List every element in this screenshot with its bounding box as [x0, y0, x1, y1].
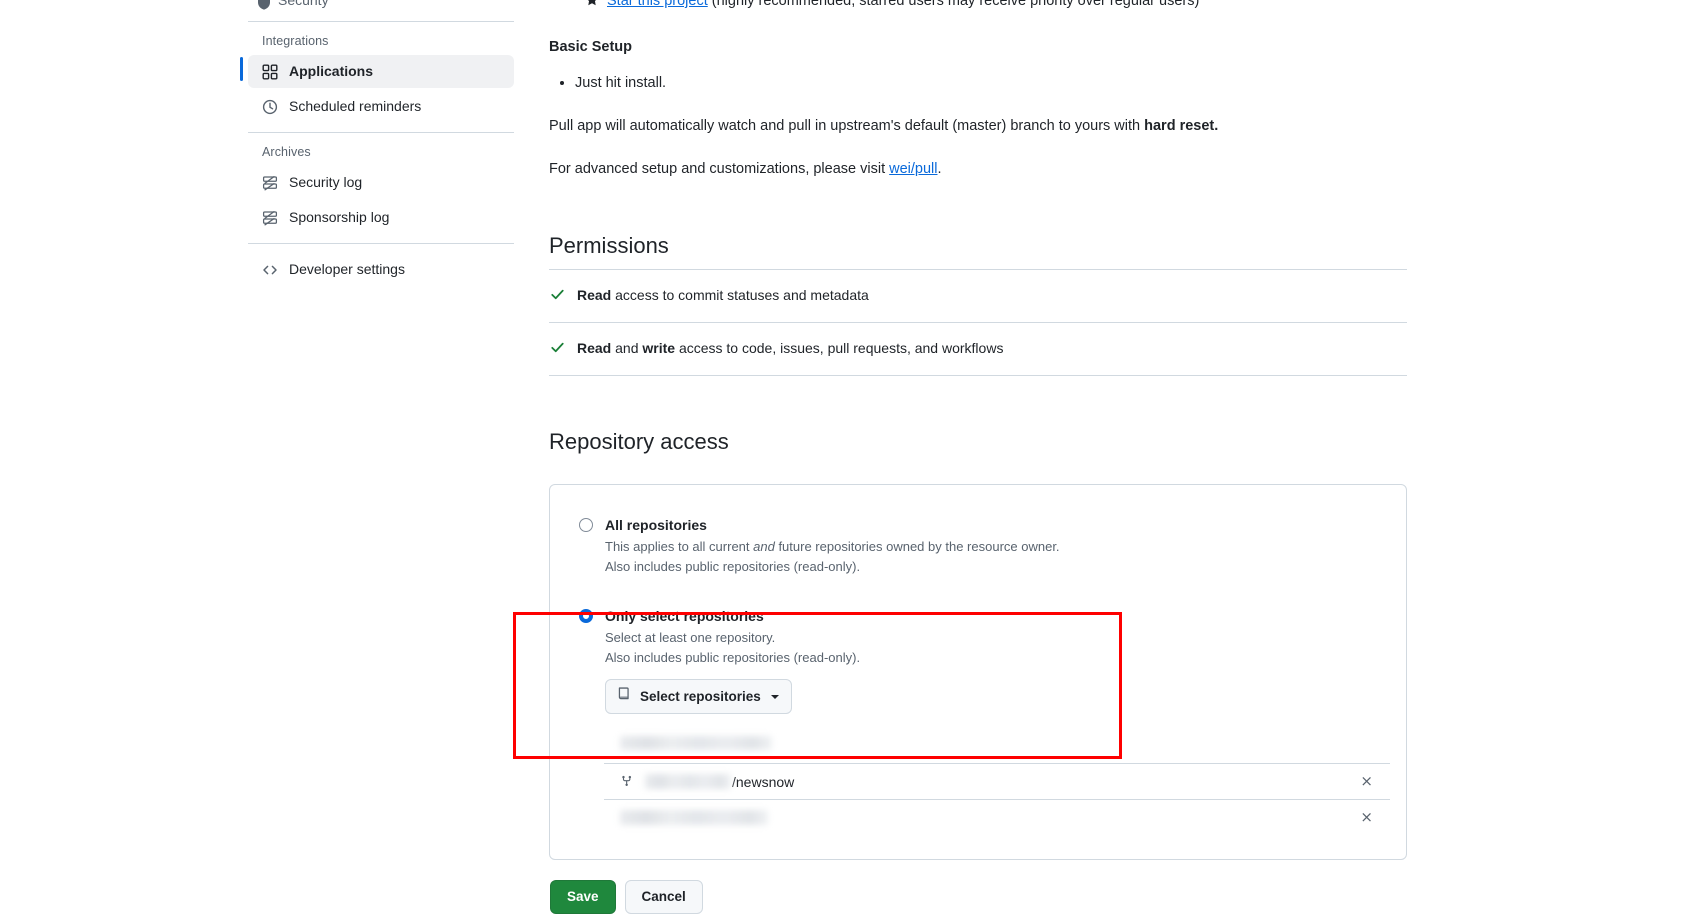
advanced-setup-paragraph: For advanced setup and customizations, p… [549, 158, 1407, 180]
pull-app-description-text: Pull app will automatically watch and pu… [549, 118, 1145, 134]
sidebar-item-sponsorship-log[interactable]: Sponsorship log [248, 201, 514, 234]
sidebar-item-security-log[interactable]: Security log [248, 166, 514, 199]
permission-scope: Read [577, 287, 612, 303]
permission-scope-2: write [642, 340, 676, 356]
radio-all-repositories[interactable] [579, 518, 593, 532]
repository-access-radio-group: All repositories This applies to all cur… [566, 515, 1390, 714]
sidebar-item-security-log-label: Security log [289, 174, 363, 190]
desc-post: future repositories owned by the resourc… [774, 539, 1060, 554]
sidebar-section-archives-title: Archives [262, 145, 311, 159]
sidebar-item-developer-settings[interactable]: Developer settings [248, 253, 514, 286]
sidebar-item-developer-settings-label: Developer settings [289, 261, 405, 277]
cancel-button[interactable]: Cancel [624, 880, 703, 914]
permission-text: Read access to commit statuses and metad… [577, 285, 869, 306]
sidebar-item-scheduled-reminders-label: Scheduled reminders [289, 98, 422, 114]
permission-detail: access to code, issues, pull requests, a… [675, 340, 1004, 356]
check-icon [550, 287, 566, 308]
pull-app-description: Pull app will automatically watch and pu… [549, 115, 1407, 137]
star-project-link[interactable]: Star this project [607, 0, 708, 9]
sidebar-divider-1 [248, 21, 514, 22]
repo-name-label: /newsnow [732, 773, 795, 790]
permission-detail: access to commit statuses and metadata [611, 287, 869, 303]
desc-pre: This applies to all current [605, 539, 754, 554]
repo-list-heading-redacted [620, 736, 772, 750]
permission-row: Read access to commit statuses and metad… [549, 270, 1407, 323]
basic-setup-list: Just hit install. [549, 72, 1407, 94]
radio-all-repositories-label: All repositories [605, 517, 707, 533]
sidebar-divider-3 [248, 243, 514, 244]
star-project-rest: (highly recommended, starred users may r… [707, 0, 1200, 9]
sidebar-divider-2 [248, 132, 514, 133]
radio-all-repositories-desc-2: Also includes public repositories (read-… [605, 559, 861, 574]
sidebar-section-integrations-title: Integrations [262, 34, 329, 48]
radio-option-all-repositories[interactable]: All repositories This applies to all cur… [579, 515, 1390, 576]
sidebar-item-applications-label: Applications [289, 63, 374, 79]
permission-conjunction: and [611, 340, 643, 356]
shield-icon [256, 0, 272, 12]
repository-access-heading: Repository access [549, 429, 729, 454]
table-row[interactable]: × [604, 799, 1390, 835]
settings-sidebar: Security Integrations Applications Sched… [240, 0, 514, 288]
apps-icon [262, 64, 278, 80]
sidebar-item-scheduled-reminders[interactable]: Scheduled reminders [248, 90, 514, 123]
list-item: Just hit install. [575, 72, 1407, 94]
repo-row-redacted [620, 810, 768, 825]
chevron-down-icon [770, 694, 779, 699]
star-icon [585, 0, 599, 10]
repo-owner-redacted [645, 774, 731, 789]
radio-only-select-repositories[interactable] [579, 609, 593, 623]
star-project-line: Star this project (highly recommended, s… [549, 0, 1407, 10]
log-icon [262, 175, 278, 191]
sidebar-item-truncated[interactable]: Security [248, 0, 514, 12]
remove-repository-button[interactable]: × [1356, 772, 1377, 791]
select-repositories-button[interactable]: Select repositories [605, 679, 792, 714]
log-icon [262, 210, 278, 226]
settings-page: Security Integrations Applications Sched… [0, 0, 1700, 914]
radio-option-only-select[interactable]: Only select repositories Select at least… [579, 606, 1390, 714]
sidebar-item-sponsorship-log-label: Sponsorship log [289, 209, 390, 225]
clock-icon [262, 99, 278, 115]
wei-pull-link[interactable]: wei/pull [889, 161, 937, 177]
permission-row: Read and write access to code, issues, p… [549, 323, 1407, 376]
table-row[interactable]: /newsnow × [604, 763, 1390, 799]
repo-forked-icon [620, 774, 636, 790]
code-icon [262, 262, 278, 278]
hard-reset-emphasis: hard reset. [1144, 118, 1219, 134]
radio-only-select-label: Only select repositories [605, 608, 764, 624]
repo-name: /newsnow [645, 774, 1356, 790]
main-content: Star this project (highly recommended, s… [549, 0, 1407, 914]
select-repositories-label: Select repositories [640, 688, 761, 704]
star-project-text: Star this project (highly recommended, s… [607, 0, 1199, 10]
radio-only-select-desc-1: Select at least one repository. [605, 630, 776, 645]
repo-icon [617, 686, 632, 707]
selected-repositories-list: /newsnow × × [566, 736, 1390, 835]
basic-setup-heading: Basic Setup [549, 39, 632, 55]
radio-all-repositories-desc-1: This applies to all current and future r… [605, 537, 1060, 556]
sidebar-item-applications[interactable]: Applications [240, 55, 514, 88]
permission-text: Read and write access to code, issues, p… [577, 338, 1003, 359]
repository-access-box: All repositories This applies to all cur… [549, 484, 1407, 860]
sidebar-item-truncated-label: Security [278, 0, 329, 8]
desc-emphasis: and [753, 539, 775, 554]
permission-scope: Read [577, 340, 612, 356]
advanced-setup-text: For advanced setup and customizations, p… [549, 161, 890, 177]
check-icon [550, 340, 566, 361]
save-button[interactable]: Save [550, 880, 616, 914]
radio-only-select-desc-2: Also includes public repositories (read-… [605, 650, 861, 665]
permissions-heading: Permissions [549, 233, 669, 258]
repo-name [620, 810, 1356, 825]
form-actions: Save Cancel [549, 880, 1407, 914]
remove-repository-button[interactable]: × [1356, 808, 1377, 827]
advanced-setup-period: . [937, 161, 942, 177]
